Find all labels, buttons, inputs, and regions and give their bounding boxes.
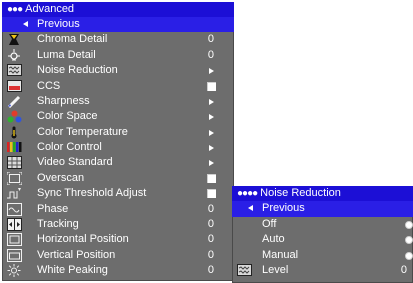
tracking-icon — [6, 217, 22, 231]
menu-item-color-control[interactable]: Color Control — [2, 140, 234, 155]
chroma-icon — [6, 33, 22, 46]
menu-item-ccs[interactable]: CCS — [2, 79, 234, 94]
submenu-item-previous[interactable]: Previous — [232, 201, 413, 217]
menu-item-overscan[interactable]: Overscan — [2, 171, 234, 186]
menu-item-vertical-position[interactable]: Vertical Position 0 — [2, 248, 234, 263]
menu-item-label: Video Standard — [37, 156, 113, 169]
color-space-icon — [6, 110, 22, 123]
menu-item-label: Vertical Position — [37, 248, 116, 261]
submenu-arrow-icon — [209, 145, 214, 151]
noise-reduction-title-bar: ●●●● Noise Reduction — [232, 186, 413, 201]
noise-reduction-submenu: ●●●● Noise Reduction Previous Off Auto Ma… — [232, 186, 413, 283]
advanced-menu-title: Advanced — [25, 3, 75, 15]
menu-item-luma-detail[interactable]: Luma Detail 0 — [2, 48, 234, 63]
back-arrow-icon — [248, 205, 253, 211]
overscan-icon — [6, 171, 22, 185]
submenu-arrow-icon — [209, 114, 214, 121]
sun-icon — [6, 264, 22, 277]
menu-dots-icon: ●●● — [7, 4, 23, 15]
horizontal-position-value: 0 — [207, 233, 214, 246]
back-arrow-icon — [23, 21, 28, 27]
menu-item-label: Tracking — [37, 217, 79, 230]
white-peaking-value: 0 — [207, 264, 214, 276]
menu-item-previous[interactable]: Previous — [2, 17, 234, 33]
advanced-menu: ●●● Advanced Previous Chroma Detail 0 Lum… — [2, 2, 234, 281]
menu-item-color-space[interactable]: Color Space — [2, 109, 234, 124]
chroma-detail-value: 0 — [207, 33, 214, 46]
menu-item-label: Phase — [37, 202, 69, 215]
menu-item-label: Previous — [262, 202, 305, 214]
luma-icon — [6, 48, 22, 62]
menu-item-phase[interactable]: Phase 0 — [2, 202, 234, 217]
menu-item-label: Previous — [37, 18, 80, 30]
vertical-position-value: 0 — [207, 248, 214, 261]
menu-item-label: Manual — [262, 248, 299, 261]
level-value: 0 — [400, 264, 407, 277]
sync-icon — [6, 187, 22, 200]
menu-item-label: Sync Threshold Adjust — [37, 187, 147, 200]
menu-item-label: Level — [262, 264, 289, 277]
menu-item-noise-reduction[interactable]: Noise Reduction — [2, 63, 234, 78]
menu-item-label: Chroma Detail — [37, 33, 108, 46]
menu-item-label: Color Space — [37, 110, 98, 123]
video-standard-icon — [6, 156, 22, 170]
submenu-item-manual[interactable]: Manual — [232, 248, 413, 264]
ccs-icon — [6, 79, 22, 93]
menu-item-label: Off — [262, 217, 277, 230]
menu-item-chroma-detail[interactable]: Chroma Detail 0 — [2, 32, 234, 47]
noise-level-icon — [236, 264, 252, 277]
menu-item-label: Luma Detail — [37, 48, 96, 61]
submenu-arrow-icon — [209, 68, 214, 75]
menu-item-color-temperature[interactable]: Color Temperature — [2, 125, 234, 140]
luma-detail-value: 0 — [207, 48, 214, 61]
menu-item-sync-threshold-adjust[interactable]: Sync Threshold Adjust — [2, 186, 234, 201]
menu-item-label: Horizontal Position — [37, 233, 129, 246]
submenu-arrow-icon — [209, 160, 214, 167]
horizontal-position-icon — [6, 233, 22, 247]
submenu-arrow-icon — [209, 98, 214, 105]
ccs-checkbox[interactable] — [207, 81, 216, 91]
menu-item-tracking[interactable]: Tracking 0 — [2, 217, 234, 232]
menu-item-label: White Peaking — [37, 264, 108, 276]
tracking-value: 0 — [207, 217, 214, 230]
menu-item-label: Noise Reduction — [37, 64, 118, 77]
submenu-item-level[interactable]: Level 0 — [232, 263, 413, 279]
menu-item-label: Auto — [262, 233, 285, 246]
menu-item-label: Overscan — [37, 171, 85, 184]
auto-radio[interactable] — [405, 236, 413, 245]
vertical-position-icon — [6, 248, 22, 262]
menu-dots-icon: ●●●● — [237, 188, 258, 199]
submenu-item-off[interactable]: Off — [232, 217, 413, 233]
pen-icon — [6, 95, 22, 108]
menu-item-video-standard[interactable]: Video Standard — [2, 155, 234, 170]
off-radio[interactable] — [405, 220, 413, 229]
menu-item-label: Color Temperature — [37, 125, 128, 138]
menu-item-sharpness[interactable]: Sharpness — [2, 94, 234, 109]
manual-radio[interactable] — [405, 251, 413, 260]
phase-icon — [6, 202, 22, 216]
menu-item-white-peaking[interactable]: White Peaking 0 — [2, 263, 234, 278]
submenu-arrow-icon — [209, 129, 214, 136]
menu-item-label: Color Control — [37, 141, 102, 153]
color-bars-icon — [6, 141, 22, 154]
submenu-item-auto[interactable]: Auto — [232, 232, 413, 248]
advanced-menu-title-bar: ●●● Advanced — [2, 2, 234, 17]
menu-item-label: CCS — [37, 79, 61, 92]
menu-item-horizontal-position[interactable]: Horizontal Position 0 — [2, 232, 234, 247]
phase-value: 0 — [207, 202, 214, 215]
sync-threshold-checkbox[interactable] — [207, 189, 216, 199]
noise-reduction-title: Noise Reduction — [260, 187, 341, 199]
noise-icon — [6, 64, 22, 77]
thermometer-icon — [6, 126, 22, 139]
overscan-checkbox[interactable] — [207, 173, 216, 183]
menu-item-label: Sharpness — [37, 94, 90, 107]
